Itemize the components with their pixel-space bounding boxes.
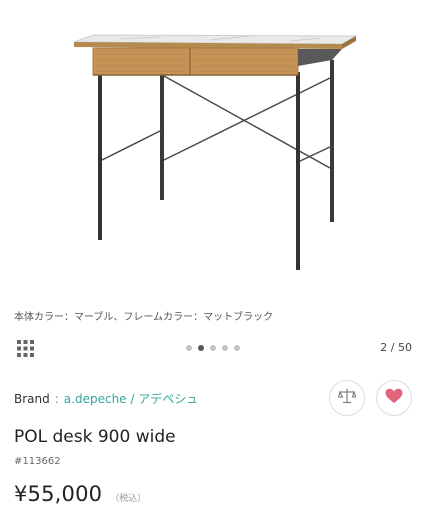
gallery-bar: 2 / 50 [0,334,427,362]
brand-link[interactable]: a.depeche / アデペシュ [64,392,198,406]
carousel-dot[interactable] [222,345,228,351]
carousel-dots [186,345,240,351]
tax-note: （税込） [110,494,147,504]
product-price: ¥55,000 [14,482,103,506]
product-sku: #113662 [14,456,61,467]
brand-separator: : [54,392,59,406]
heart-icon [385,388,403,408]
carousel-dot-active[interactable] [198,345,204,351]
price-row: ¥55,000 （税込） [14,482,146,506]
grid-icon[interactable] [17,340,34,357]
product-title: POL desk 900 wide [14,427,176,447]
product-image[interactable] [0,0,427,300]
scale-icon [337,388,357,408]
image-caption: 本体カラー：マーブル、フレームカラー：マットブラック [14,312,274,323]
carousel-dot[interactable] [234,345,240,351]
favorite-button[interactable] [376,380,412,416]
desk-illustration [73,34,358,270]
carousel-dot[interactable] [210,345,216,351]
image-counter: 2 / 50 [380,341,412,354]
compare-button[interactable] [329,380,365,416]
carousel-dot[interactable] [186,345,192,351]
side-brace-left [101,129,163,161]
brand-label: Brand [14,392,50,406]
frame-side [298,49,342,66]
brand-row: Brand: a.depeche / アデペシュ [14,390,198,407]
